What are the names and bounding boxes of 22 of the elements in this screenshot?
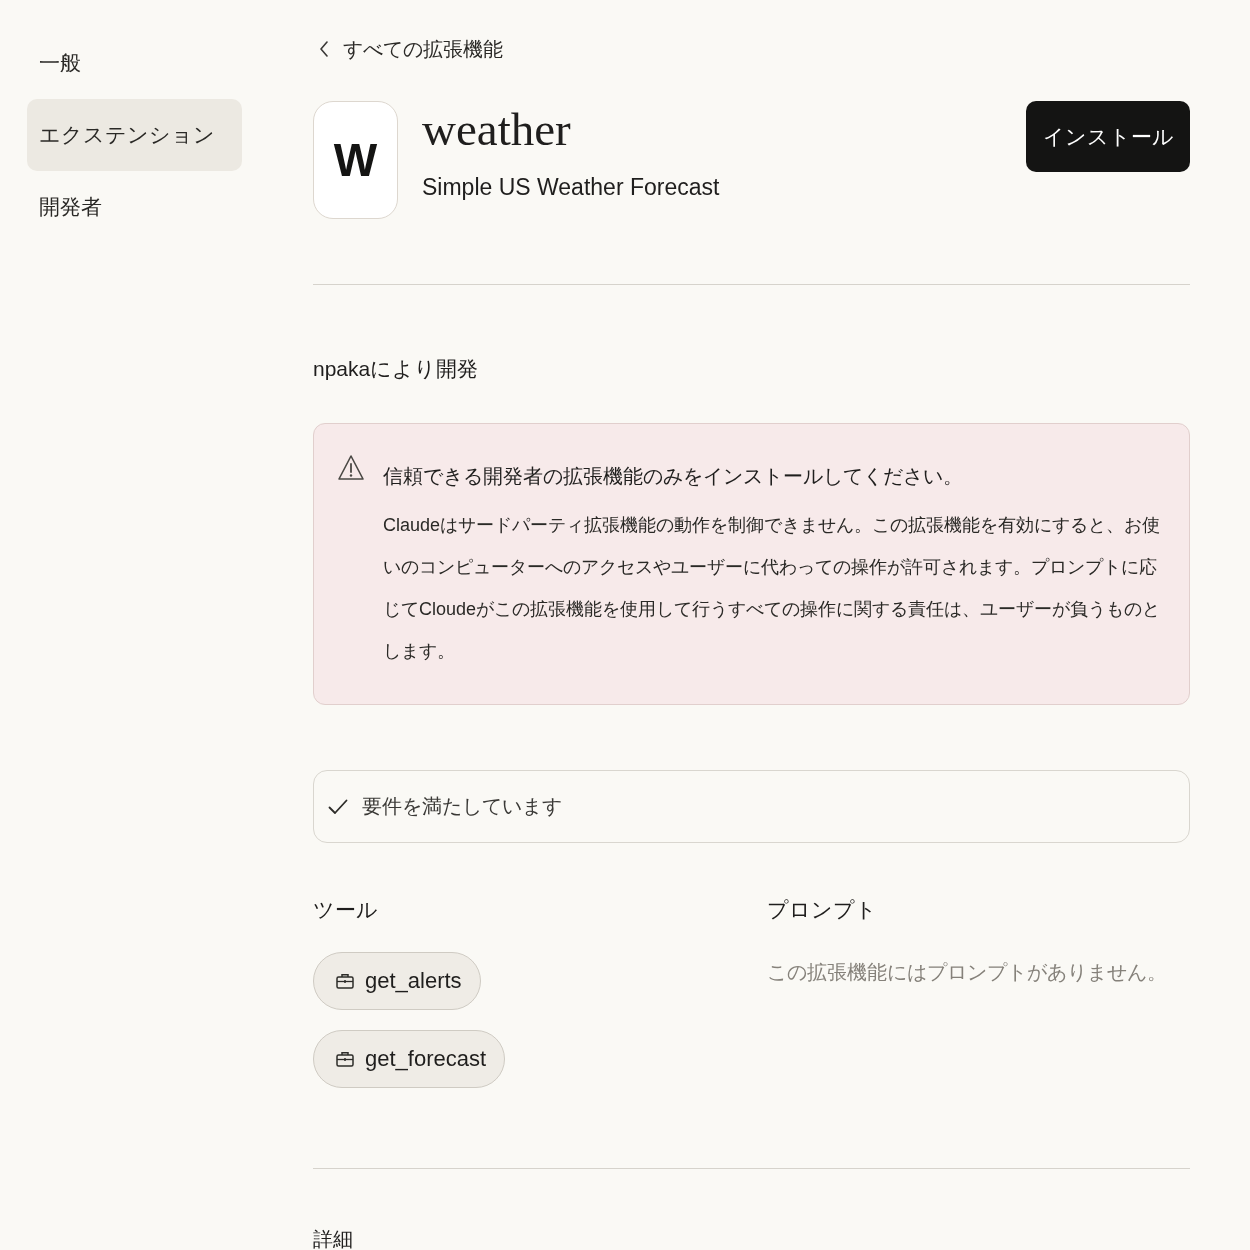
extension-name: weather	[422, 102, 572, 157]
developer-credit: npakaにより開発	[313, 356, 480, 382]
sidebar-item[interactable]: 開発者	[27, 171, 242, 243]
details-heading: 詳細	[313, 1229, 354, 1249]
prompts-heading: プロンプト	[767, 897, 878, 923]
requirements-label: 要件を満たしています	[362, 794, 562, 819]
toolbox-icon	[336, 1051, 354, 1067]
warning-icon	[338, 454, 364, 482]
warning-text: Claudeはサードパーティ拡張機能の動作を制御できません。この拡張機能を有効にすると、お使いのコンピューターへのアクセスやユーザーに代わっての操作が許可されます。プロンプトに応じてCloudeがこの拡張機能を使用して行うすべての操作に関する責任は、ユーザーが負うものとします。	[383, 514, 1162, 663]
sidebar-item[interactable]: 一般	[27, 27, 242, 99]
toolbox-icon	[336, 973, 354, 989]
tool-chip[interactable]: get_forecast	[313, 1030, 506, 1088]
install-button[interactable]: インストール	[1026, 101, 1190, 172]
tools-heading: ツール	[313, 897, 379, 923]
chevron-left-icon[interactable]	[319, 41, 329, 57]
extension-description: Simple US Weather Forecast	[422, 173, 720, 202]
back-link[interactable]: すべての拡張機能	[343, 34, 503, 64]
tool-chip[interactable]: get_alerts	[313, 952, 481, 1010]
sidebar-item[interactable]: エクステンション	[27, 99, 242, 171]
empty-prompts-text: この拡張機能にはプロンプトがありません。	[767, 960, 1168, 985]
extension-logo-tile: W	[313, 101, 398, 219]
warning-title: 信頼できる開発者の拡張機能のみをインストールしてください。	[383, 464, 964, 489]
